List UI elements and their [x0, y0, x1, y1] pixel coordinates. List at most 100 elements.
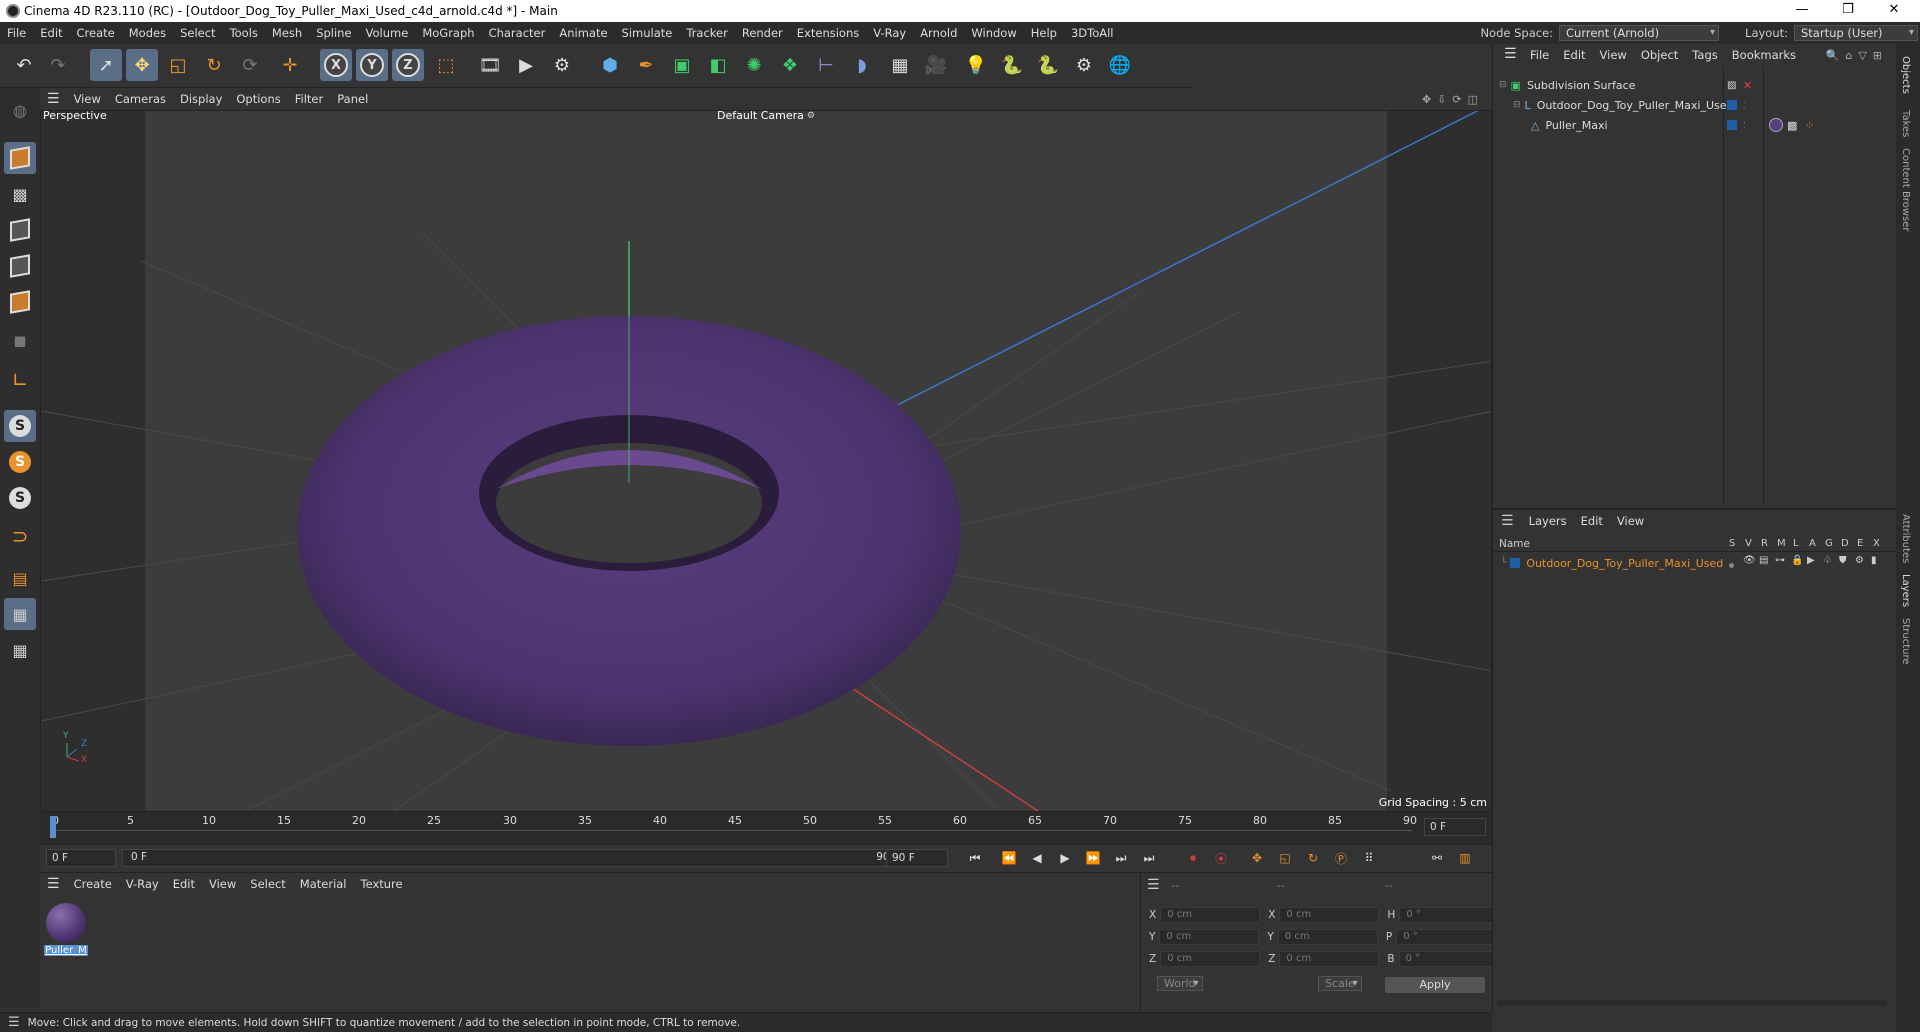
search-icon[interactable]: 🔍⌂▽⊞	[1826, 49, 1888, 62]
menu-extensions[interactable]: Extensions	[790, 26, 866, 40]
locked-workplane-icon[interactable]: ▦	[4, 634, 36, 666]
size-z-field[interactable]: 0 cm	[1279, 951, 1380, 967]
viewport-menu-filter[interactable]: Filter	[288, 92, 330, 106]
layer-expression-icon[interactable]: ⚙	[1855, 555, 1864, 566]
object-menu-tags[interactable]: Tags	[1685, 48, 1724, 62]
python-generator-icon[interactable]: 🐍	[1032, 49, 1064, 81]
layer-color-swatch[interactable]	[1727, 120, 1737, 130]
tab-structure[interactable]: Structure	[1900, 618, 1911, 665]
layer-deformer-icon[interactable]: ⛊	[1839, 555, 1847, 566]
camera-label[interactable]: Default Camera ⚙	[717, 111, 815, 122]
floor-icon[interactable]: ▦	[884, 49, 916, 81]
menu-animate[interactable]: Animate	[552, 26, 614, 40]
light-icon[interactable]: 💡	[960, 49, 992, 81]
cloner-icon[interactable]: ✺	[738, 49, 770, 81]
panel-menu-icon[interactable]: ☰	[40, 876, 67, 892]
move-axis-icon[interactable]: ✛	[274, 49, 306, 81]
object-menu-bookmarks[interactable]: Bookmarks	[1725, 48, 1803, 62]
scale-tool-icon[interactable]: ◱	[162, 49, 194, 81]
tab-content-browser[interactable]: Content Browser	[1900, 148, 1911, 231]
menu-spline[interactable]: Spline	[309, 26, 358, 40]
3d-viewport[interactable]: Perspective Default Camera ⚙ Grid Spacin…	[40, 110, 1492, 812]
rot-h-field[interactable]: 0 °	[1399, 907, 1500, 923]
play-icon[interactable]: ▶	[1054, 848, 1076, 868]
node-space-select[interactable]: Current (Arnold)	[1559, 25, 1720, 41]
layer-manager-icon[interactable]: ⊶	[1775, 555, 1785, 566]
object-row[interactable]: ⊟ L Outdoor_Dog_Toy_Puller_Maxi_Used ⁚	[1493, 96, 1897, 114]
timeline-ruler[interactable]: 0 5 10 15 20 25 30 35 40 45 50 55 60 65 …	[40, 812, 1492, 844]
transform-tool-icon[interactable]: ⟳	[234, 49, 266, 81]
visibility-dots[interactable]: ⁚	[1743, 121, 1746, 130]
select-tool-icon[interactable]: ➚	[90, 49, 122, 81]
material-menu-material[interactable]: Material	[293, 877, 354, 891]
object-row[interactable]: △ Puller_Maxi ⁚ ▩ ⁘	[1493, 116, 1897, 134]
end-frame-field[interactable]: 90 F	[886, 849, 948, 867]
cube-primitive-icon[interactable]: ⬢	[594, 49, 626, 81]
layer-solo-dot[interactable]	[1729, 558, 1734, 571]
snap-icon[interactable]: S	[4, 410, 36, 442]
texture-mode-icon[interactable]: ▩	[4, 178, 36, 210]
move-tool-icon[interactable]: ✥	[126, 49, 158, 81]
layer-menu-layers[interactable]: Layers	[1522, 514, 1574, 528]
layer-generator-icon[interactable]: ♧	[1823, 555, 1832, 566]
menu-file[interactable]: File	[0, 26, 33, 40]
material-menu-create[interactable]: Create	[67, 877, 119, 891]
settings-gear-icon[interactable]: ⚙	[1068, 49, 1100, 81]
layout-select[interactable]: Startup (User)	[1794, 25, 1918, 41]
viewport-menu-options[interactable]: Options	[229, 92, 287, 106]
layer-scrollbar[interactable]	[1497, 1000, 1887, 1006]
redo-icon[interactable]: ↷	[42, 49, 74, 81]
key-param-icon[interactable]: Ⓟ	[1330, 848, 1352, 868]
visibility-dots[interactable]: ⁚	[1743, 101, 1746, 110]
tab-objects[interactable]: Objects	[1900, 56, 1911, 94]
film-strip-icon[interactable]: ▥	[1454, 848, 1476, 868]
layer-color-swatch[interactable]	[1727, 100, 1737, 110]
workplane-grid-icon[interactable]: ▤	[4, 562, 36, 594]
texture-tag-icon[interactable]: ▩	[1787, 119, 1797, 132]
pos-y-field[interactable]: 0 cm	[1159, 929, 1260, 945]
menu-arnold[interactable]: Arnold	[913, 26, 964, 40]
key-position-icon[interactable]: ✥	[1246, 848, 1268, 868]
auto-key-icon[interactable]: ⦿	[1210, 848, 1232, 868]
menu-select[interactable]: Select	[173, 26, 222, 40]
apply-button[interactable]: Apply	[1385, 977, 1485, 993]
object-menu-file[interactable]: File	[1523, 48, 1556, 62]
object-row[interactable]: ⊟ ▣ Subdivision Surface ▨ ✕	[1493, 76, 1897, 94]
size-x-field[interactable]: 0 cm	[1279, 907, 1380, 923]
rot-b-field[interactable]: 0 °	[1398, 951, 1499, 967]
record-icon[interactable]: ⏺	[1182, 848, 1204, 868]
model-mode-icon[interactable]: ◍	[4, 94, 36, 126]
undo-icon[interactable]: ↶	[8, 49, 40, 81]
size-y-field[interactable]: 0 cm	[1277, 929, 1378, 945]
render-view-icon[interactable]: 🎞	[474, 49, 506, 81]
y-axis-lock-icon[interactable]: Y	[356, 49, 388, 81]
goto-start-icon[interactable]: ⏮	[964, 848, 986, 868]
size-mode-select[interactable]: Scale	[1318, 976, 1362, 991]
prev-key-icon[interactable]: ⏪	[998, 848, 1020, 868]
snap-settings-icon[interactable]: S	[4, 446, 36, 478]
coordinate-system-icon[interactable]: ⬚	[430, 49, 462, 81]
render-settings-icon[interactable]: ⚙	[546, 49, 578, 81]
pos-x-field[interactable]: 0 cm	[1160, 907, 1261, 923]
edit-toggle-icon[interactable]: ▨	[1727, 80, 1736, 91]
quantize-icon[interactable]: S	[4, 482, 36, 514]
material-menu-texture[interactable]: Texture	[354, 877, 410, 891]
globe-icon[interactable]: 🌐	[1104, 49, 1136, 81]
menu-mograph[interactable]: MoGraph	[415, 26, 481, 40]
panel-menu-icon[interactable]: ☰	[40, 91, 67, 107]
uv-mode-icon[interactable]: ◼	[4, 324, 36, 356]
current-frame-field[interactable]: 0 F	[1424, 818, 1486, 836]
layer-color-swatch[interactable]	[1510, 558, 1521, 568]
material-menu-select[interactable]: Select	[243, 877, 292, 891]
grid-icon[interactable]: ▦	[4, 598, 36, 630]
disabled-x-icon[interactable]: ✕	[1743, 79, 1752, 92]
python-icon[interactable]: 🐍	[996, 49, 1028, 81]
layer-xref-icon[interactable]: ▮	[1871, 555, 1877, 566]
layer-visible-eye-icon[interactable]: 👁	[1743, 555, 1756, 566]
object-menu-view[interactable]: View	[1593, 48, 1634, 62]
viewport-menu-view[interactable]: View	[67, 92, 108, 106]
tab-attributes[interactable]: Attributes	[1900, 514, 1911, 563]
menu-render[interactable]: Render	[735, 26, 790, 40]
deformer-icon[interactable]: ◗	[846, 49, 878, 81]
coordinate-mode-select[interactable]: World	[1157, 976, 1203, 991]
